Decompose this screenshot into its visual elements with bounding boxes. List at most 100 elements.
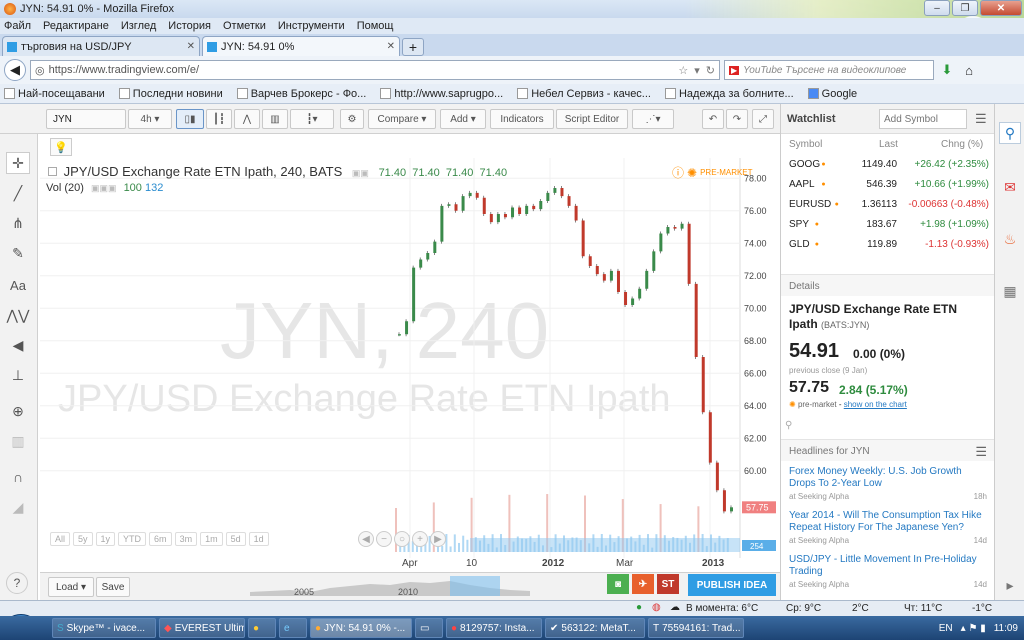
news-item[interactable]: USD/JPY - Little Movement In Pre-Holiday…: [789, 554, 987, 589]
menu-history[interactable]: История: [168, 20, 211, 32]
add-symbol-input[interactable]: [879, 109, 967, 129]
bookmark-star-icon[interactable]: ☆: [678, 64, 688, 77]
add-button[interactable]: Add ▾: [440, 109, 486, 129]
tab-jyn[interactable]: JYN: 54.91 0% ✕: [202, 36, 400, 56]
menu-help[interactable]: Помощ: [357, 20, 394, 32]
indicators-button[interactable]: Indicators: [490, 109, 554, 129]
news-item[interactable]: Year 2014 - Will The Consumption Tax Hik…: [789, 510, 987, 545]
time-axis[interactable]: Apr 10 2012 Mar 2013: [40, 557, 780, 571]
new-tab-button[interactable]: +: [402, 38, 424, 56]
menu-view[interactable]: Изглед: [121, 20, 156, 32]
menu-bookmarks[interactable]: Отметки: [223, 20, 266, 32]
bookmark-most-visited[interactable]: Най-посещавани: [4, 88, 105, 100]
download-icon[interactable]: ⬇: [938, 61, 956, 79]
tweet-button[interactable]: ✈: [632, 574, 654, 594]
watchlist-tab[interactable]: ⚲: [999, 122, 1021, 144]
bookmark-google[interactable]: Google: [807, 88, 857, 100]
task-skype[interactable]: S Skype™ - ivace...: [52, 618, 156, 638]
menu-edit[interactable]: Редактиране: [43, 20, 109, 32]
menu-tools[interactable]: Инструменти: [278, 20, 345, 32]
interval-select[interactable]: 4h ▾: [128, 109, 172, 129]
list-menu-icon[interactable]: ☰: [975, 111, 987, 127]
hotlists-tab[interactable]: ♨: [999, 228, 1021, 250]
range-5d[interactable]: 5d: [225, 532, 246, 546]
pin-icon[interactable]: ⚲: [785, 420, 792, 431]
measure-tool[interactable]: ⊥: [6, 364, 30, 386]
brush-tool[interactable]: ✎: [6, 242, 30, 264]
maximize-button[interactable]: ❐: [952, 0, 978, 16]
collapse-panel-button[interactable]: ▸: [999, 574, 1021, 596]
premarket-indicator[interactable]: ⓘ ✺ PRE-MARKET: [672, 164, 753, 181]
range-all[interactable]: All: [50, 532, 71, 546]
tab-usdjpy[interactable]: търговия на USD/JPY ✕: [2, 36, 200, 56]
col-change[interactable]: Chng (%): [941, 139, 983, 150]
show-on-chart-link[interactable]: show on the chart: [844, 400, 907, 409]
task-ie[interactable]: e: [279, 618, 307, 638]
reset-button[interactable]: ○: [394, 531, 410, 547]
task-metatrader[interactable]: ✔ 563122: MetaT...: [545, 618, 645, 638]
close-tab-icon[interactable]: ✕: [187, 41, 195, 52]
news-title[interactable]: USD/JPY - Little Movement In Pre-Holiday…: [789, 554, 987, 578]
settings-button[interactable]: ⚙: [340, 109, 364, 129]
bookmark-nadezhda[interactable]: Надежда за болните...: [664, 88, 794, 100]
list-menu-icon[interactable]: ☰: [975, 444, 987, 460]
search-bar[interactable]: ▶ YouTube Търсене на видеоклипове: [724, 60, 934, 80]
calendar-tab[interactable]: ▦: [999, 280, 1021, 302]
task-trade[interactable]: T 75594161: Trad...: [648, 618, 744, 638]
range-ytd[interactable]: YTD: [118, 532, 147, 546]
drawing-tools-select[interactable]: ⋰▾: [632, 109, 674, 129]
minimize-button[interactable]: –: [924, 0, 950, 16]
task-firefox[interactable]: ● JYN: 54.91 0% -...: [310, 618, 412, 638]
tray-icons[interactable]: ▴ ⚑ ▮: [961, 623, 986, 634]
bars-style-button[interactable]: ┃┇: [206, 109, 232, 129]
menu-file[interactable]: Файл: [4, 20, 31, 32]
renko-style-button[interactable]: ▥: [262, 109, 288, 129]
pattern-tool[interactable]: ⋀⋁: [6, 304, 30, 326]
ruler-tool[interactable]: ▥: [6, 430, 30, 452]
close-button[interactable]: ✕: [980, 0, 1022, 16]
text-tool[interactable]: Aa: [6, 274, 30, 296]
ideas-button[interactable]: 💡: [50, 138, 72, 156]
back-button[interactable]: ◀: [4, 59, 26, 81]
line-style-button[interactable]: ⋀: [234, 109, 260, 129]
legend-controls-icon[interactable]: ▣▣▣: [91, 183, 117, 193]
load-button[interactable]: Load ▾: [48, 577, 94, 597]
help-button[interactable]: ?: [6, 572, 28, 594]
symbol-info-box[interactable]: [48, 167, 57, 176]
timeline-minimap[interactable]: [250, 576, 530, 596]
task-insta[interactable]: ● 8129757: Insta...: [446, 618, 542, 638]
reload-icon[interactable]: ↻: [706, 64, 715, 77]
pitchfork-tool[interactable]: ⋔: [6, 212, 30, 234]
save-button[interactable]: Save: [96, 577, 130, 597]
bookmark-latest-news[interactable]: Последни новини: [118, 88, 223, 100]
range-1m[interactable]: 1m: [200, 532, 223, 546]
fullscreen-button[interactable]: ⤢: [752, 109, 774, 129]
close-tab-icon[interactable]: ✕: [387, 41, 395, 52]
range-1d[interactable]: 1d: [248, 532, 269, 546]
publish-idea-button[interactable]: PUBLISH IDEA: [688, 574, 776, 596]
snapshot-button[interactable]: ◙: [607, 574, 629, 594]
chart-style-select[interactable]: ┇▾: [290, 109, 334, 129]
scroll-right-button[interactable]: ▶: [430, 531, 446, 547]
bookmark-saprugpo[interactable]: http://www.saprugpo...: [380, 88, 503, 100]
watchlist-row[interactable]: SPY ● 183.67 +1.98 (+1.09%): [781, 214, 995, 234]
price-chart[interactable]: 78.0076.0074.0072.0070.0068.0066.0064.00…: [40, 158, 780, 558]
task-everest[interactable]: ◆EVEREST Ultim...: [159, 618, 245, 638]
redo-button[interactable]: ↷: [726, 109, 748, 129]
symbol-input[interactable]: JYN: [46, 109, 126, 129]
zoom-out-button[interactable]: −: [376, 531, 392, 547]
range-3m[interactable]: 3m: [174, 532, 198, 546]
trendline-tool[interactable]: ╱: [6, 182, 30, 204]
watchlist-row[interactable]: GOOG ● 1149.40 +26.42 (+2.35%): [781, 154, 995, 174]
zoom-tool[interactable]: ⊕: [6, 400, 30, 422]
task-app[interactable]: ▭: [415, 618, 443, 638]
watchlist-row[interactable]: AAPL ● 546.39 +10.66 (+1.99%): [781, 174, 995, 194]
task-app-yellow[interactable]: ●: [248, 618, 276, 638]
url-bar[interactable]: ◎ https://www.tradingview.com/e/ ☆ ▾ ↻: [30, 60, 720, 80]
candles-style-button[interactable]: ▯▮: [176, 109, 204, 129]
watchlist-row[interactable]: EURUSD ● 1.36113 -0.00663 (-0.48%): [781, 194, 995, 214]
arrow-tool[interactable]: ◀: [6, 334, 30, 356]
news-title[interactable]: Forex Money Weekly: U.S. Job Growth Drop…: [789, 466, 987, 490]
range-5y[interactable]: 5y: [73, 532, 93, 546]
magnet-tool[interactable]: ∩: [6, 466, 30, 488]
